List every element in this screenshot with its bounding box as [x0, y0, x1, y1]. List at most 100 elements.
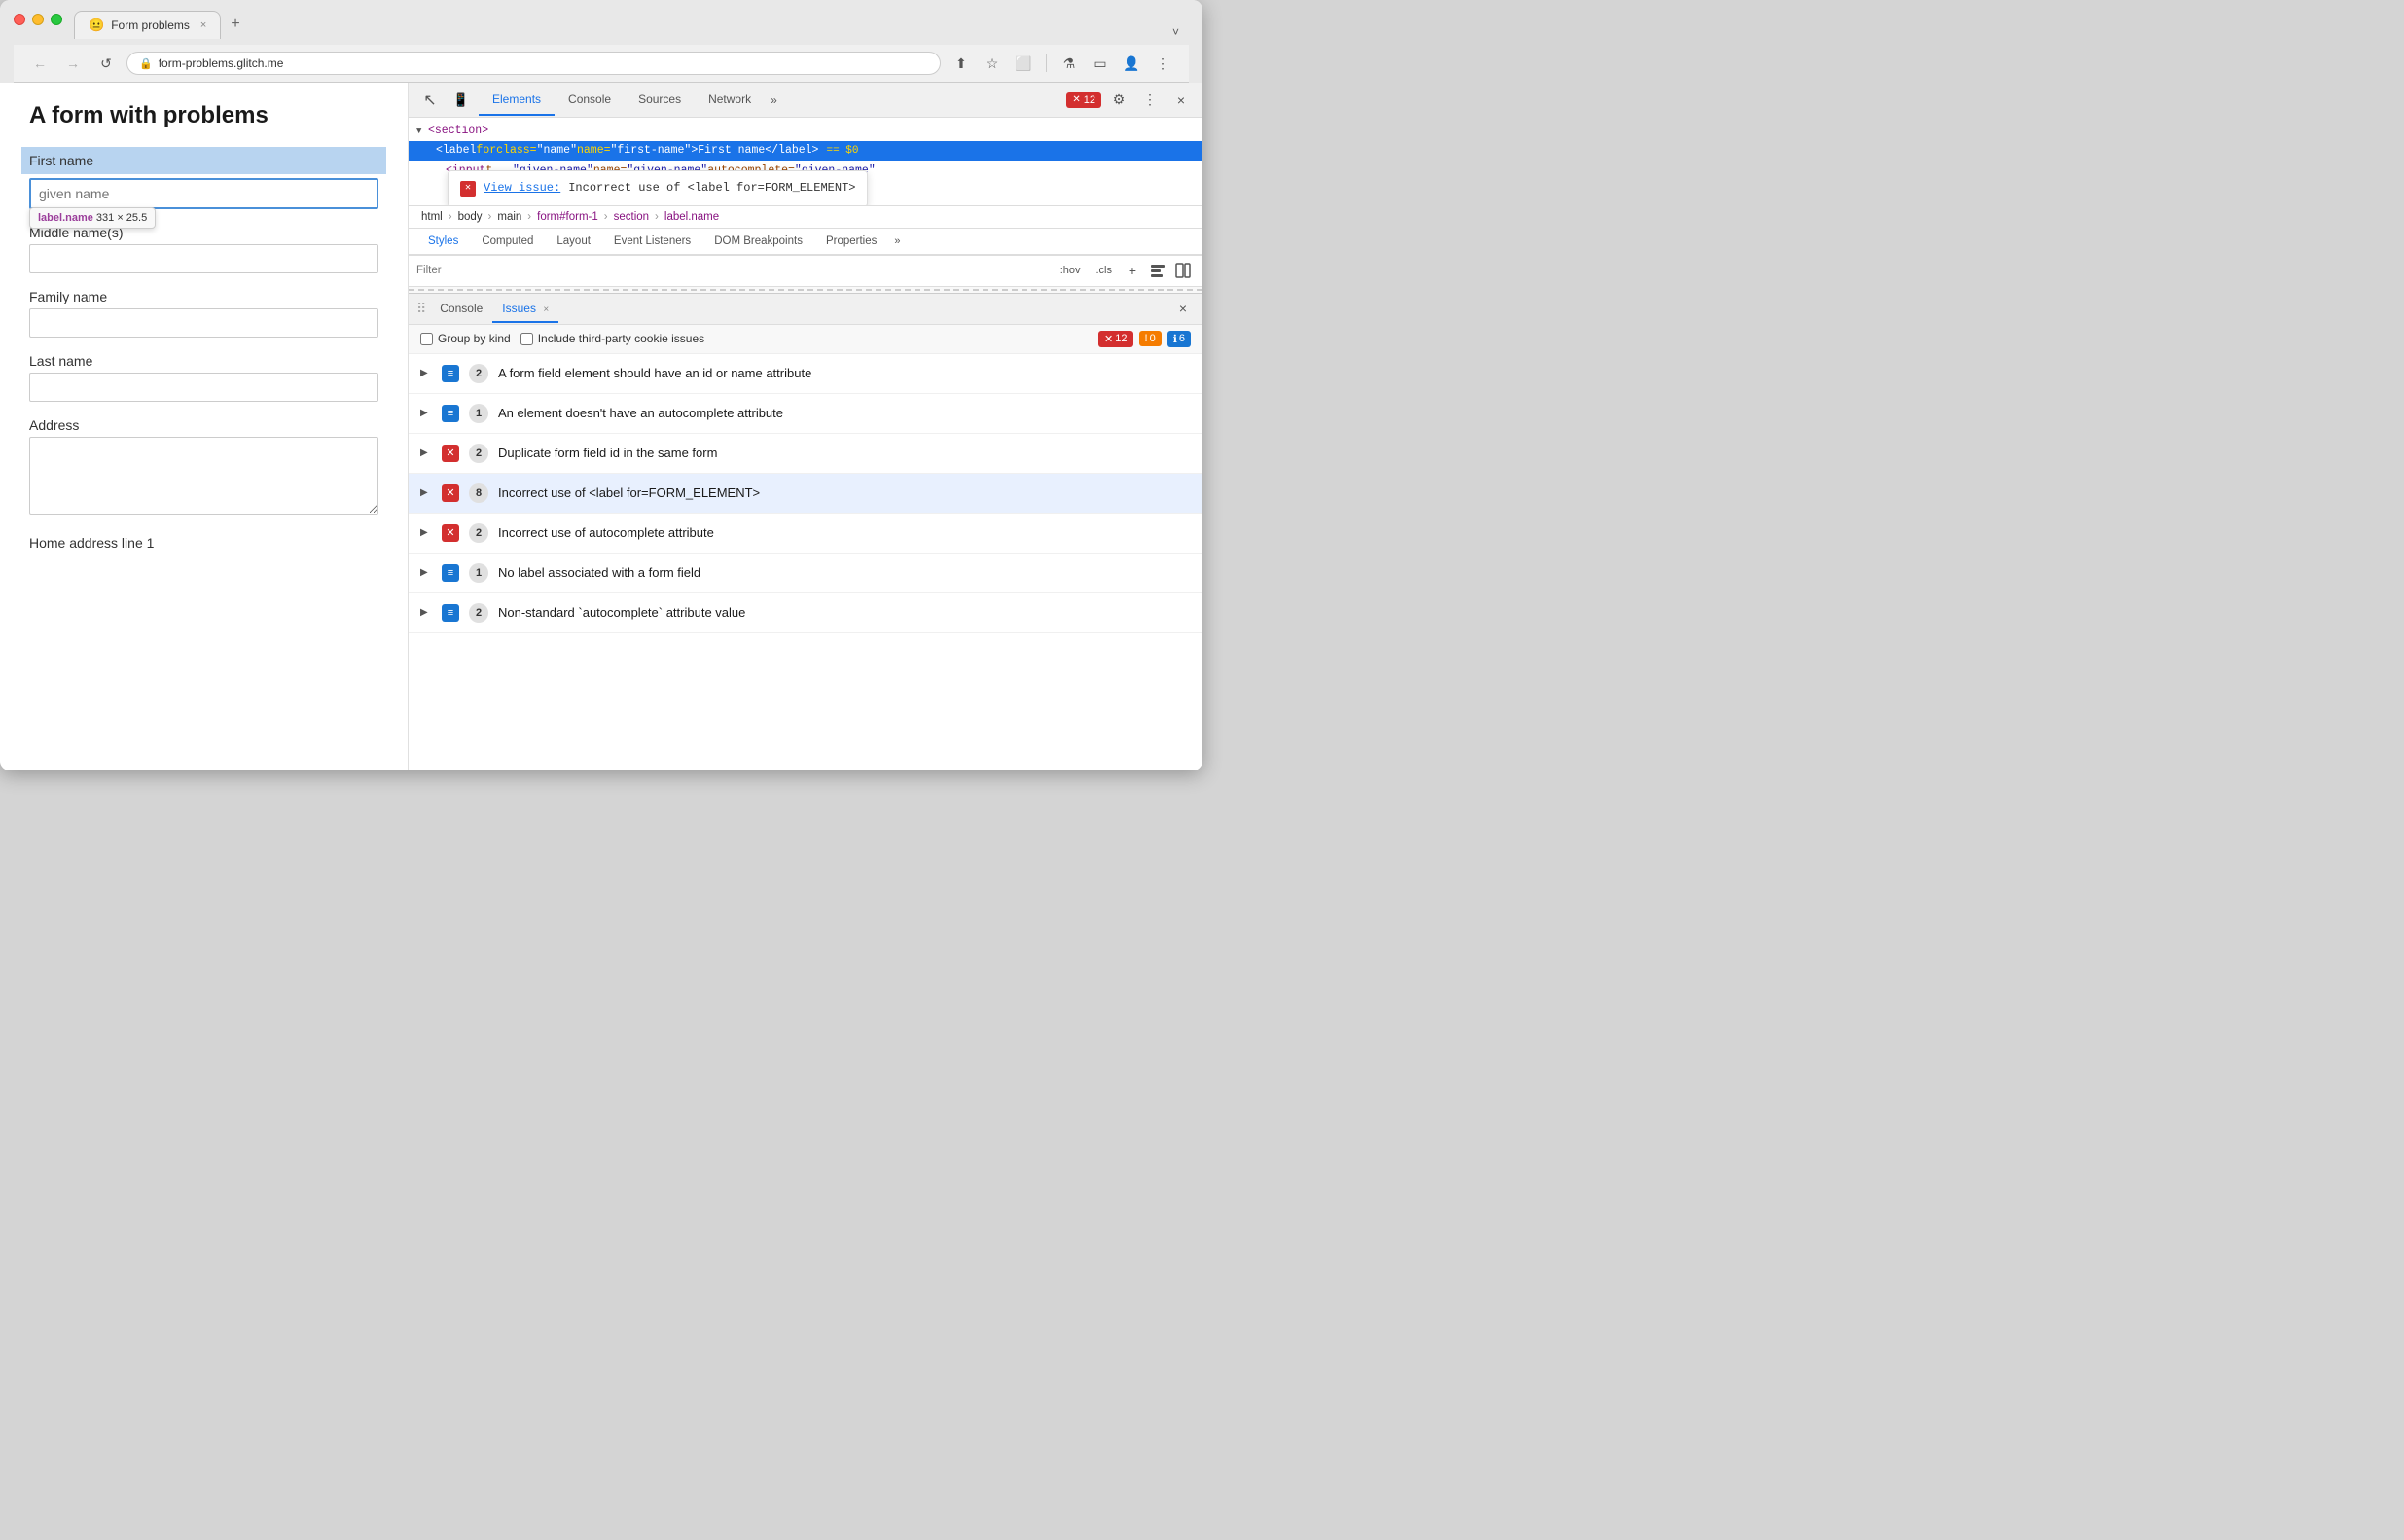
issue-icon-4: ✕ — [442, 524, 459, 542]
tab-title: Form problems — [111, 18, 190, 32]
url-bar[interactable]: 🔒 form-problems.glitch.me — [126, 52, 941, 75]
issue-row-3[interactable]: ▶ ✕ 8 Incorrect use of <label for=FORM_E… — [409, 474, 1202, 514]
bookmark-button[interactable]: ☆ — [980, 51, 1005, 76]
form-textarea-address[interactable] — [29, 437, 378, 515]
form-input-familyname[interactable] — [29, 308, 378, 338]
new-tab-button[interactable]: + — [221, 10, 249, 39]
tab-console[interactable]: Console — [555, 85, 625, 116]
form-input-middlename[interactable] — [29, 244, 378, 273]
tab-close-button[interactable]: × — [200, 19, 206, 31]
active-tab[interactable]: 😐 Form problems × — [74, 11, 221, 39]
dom-dollar-zero: == $0 — [826, 143, 858, 161]
cls-button[interactable]: .cls — [1090, 262, 1120, 279]
more-subtabs-button[interactable]: » — [888, 232, 906, 251]
more-button[interactable]: ⋮ — [1150, 51, 1175, 76]
bc-form[interactable]: form#form-1 — [532, 209, 603, 225]
computed-sidebar-button[interactable] — [1171, 259, 1195, 282]
hov-button[interactable]: :hov — [1054, 262, 1088, 279]
dom-arrow: ▼ — [416, 125, 426, 138]
devtools-close-button[interactable]: × — [1167, 87, 1195, 114]
sideview-button[interactable]: ▭ — [1088, 51, 1113, 76]
devtools-panel: ↖ 📱 Elements Console Sources Network — [409, 83, 1202, 770]
forward-button[interactable]: → — [60, 51, 86, 76]
issue-row-2[interactable]: ▶ ✕ 2 Duplicate form field id in the sam… — [409, 434, 1202, 474]
tab-network[interactable]: Network — [695, 85, 765, 116]
settings-button[interactable]: ⚙ — [1105, 87, 1132, 114]
minimize-button[interactable] — [32, 14, 44, 25]
bottom-tab-issues[interactable]: Issues × — [492, 296, 558, 323]
form-input-firstname[interactable] — [29, 178, 378, 209]
filter-bar: :hov .cls + — [409, 256, 1202, 287]
url-text: form-problems.glitch.me — [159, 56, 284, 70]
dom-text-content: First name — [698, 142, 765, 160]
issues-badges: ✕ 12 ! 0 ℹ 6 — [1098, 331, 1191, 347]
filter-buttons: :hov .cls + — [1054, 259, 1195, 282]
bc-main[interactable]: main — [492, 209, 526, 225]
issue-text-3: Incorrect use of <label for=FORM_ELEMENT… — [498, 485, 760, 500]
form-label-familyname: Family name — [29, 289, 378, 304]
tab-sources[interactable]: Sources — [625, 85, 695, 116]
bc-html[interactable]: html — [416, 209, 448, 225]
close-button[interactable] — [14, 14, 25, 25]
issues-tab-close[interactable]: × — [543, 304, 549, 315]
profile-button[interactable]: 👤 — [1119, 51, 1144, 76]
group-by-kind-checkbox[interactable] — [420, 333, 433, 345]
issue-row-1[interactable]: ▶ ≡ 1 An element doesn't have an autocom… — [409, 394, 1202, 434]
tooltip-size: 331 × 25.5 — [96, 212, 147, 224]
dom-val-class: "name" — [537, 142, 577, 160]
issue-row-0[interactable]: ▶ ≡ 2 A form field element should have a… — [409, 354, 1202, 394]
view-issue-link[interactable]: View issue: — [484, 179, 560, 197]
bc-section[interactable]: section — [609, 209, 654, 225]
bc-label[interactable]: label.name — [660, 209, 724, 225]
third-party-checkbox[interactable] — [520, 333, 533, 345]
toggle-element-state-button[interactable] — [1146, 259, 1169, 282]
form-input-lastname[interactable] — [29, 373, 378, 402]
more-tabs-button[interactable]: » — [765, 90, 783, 111]
extensions-button[interactable]: ⬜ — [1011, 51, 1036, 76]
issues-panel: Group by kind Include third-party cookie… — [409, 325, 1202, 770]
subtab-computed[interactable]: Computed — [470, 229, 545, 256]
subtab-event-listeners[interactable]: Event Listeners — [602, 229, 702, 256]
issue-arrow-1: ▶ — [420, 408, 432, 418]
form-section-lastname: Last name — [29, 353, 378, 402]
tab-favicon: 😐 — [89, 18, 104, 33]
tab-elements[interactable]: Elements — [479, 85, 555, 116]
bottom-tab-console[interactable]: Console — [430, 296, 492, 323]
issue-row-6[interactable]: ▶ ≡ 2 Non-standard `autocomplete` attrib… — [409, 593, 1202, 633]
form-label-address: Address — [29, 417, 378, 433]
devtools-toolbar: ↖ 📱 Elements Console Sources Network — [409, 83, 1202, 118]
issue-row-5[interactable]: ▶ ≡ 1 No label associated with a form fi… — [409, 554, 1202, 593]
bc-body[interactable]: body — [453, 209, 487, 225]
issue-count-2: 2 — [469, 444, 488, 463]
drag-handle[interactable]: ⠿ — [416, 301, 426, 317]
subtab-dom-breakpoints[interactable]: DOM Breakpoints — [702, 229, 814, 256]
share-button[interactable]: ⬆ — [949, 51, 974, 76]
group-by-kind-label: Group by kind — [438, 332, 511, 345]
dom-tag: <section> — [428, 123, 488, 140]
tooltip-error-icon: ✕ — [460, 181, 476, 197]
issue-row-4[interactable]: ▶ ✕ 2 Incorrect use of autocomplete attr… — [409, 514, 1202, 554]
back-button[interactable]: ← — [27, 51, 53, 76]
issue-icon-5: ≡ — [442, 564, 459, 582]
info-badge-count: 6 — [1179, 333, 1185, 344]
add-style-rule-button[interactable]: + — [1121, 259, 1144, 282]
subtab-layout[interactable]: Layout — [545, 229, 602, 256]
device-toolbar-button[interactable]: 📱 — [448, 87, 475, 114]
tab-list-button[interactable]: ˅ — [250, 25, 1189, 39]
third-party-group: Include third-party cookie issues — [520, 332, 704, 345]
subtab-styles[interactable]: Styles — [416, 229, 470, 256]
dom-line-label[interactable]: <label for class= "name" name= "first-na… — [409, 141, 1202, 161]
dom-line-section[interactable]: ▼ <section> — [409, 122, 1202, 141]
devtools-more-button[interactable]: ⋮ — [1136, 87, 1164, 114]
refresh-button[interactable]: ↺ — [93, 51, 119, 76]
maximize-button[interactable] — [51, 14, 62, 25]
third-party-label: Include third-party cookie issues — [538, 332, 704, 345]
subtab-properties[interactable]: Properties — [814, 229, 888, 256]
filter-input[interactable] — [416, 265, 1048, 276]
issue-count-0: 2 — [469, 364, 488, 383]
lab-button[interactable]: ⚗ — [1057, 51, 1082, 76]
inspect-element-button[interactable]: ↖ — [416, 87, 444, 114]
bottom-panel-close-button[interactable]: × — [1171, 297, 1195, 320]
issue-text-4: Incorrect use of autocomplete attribute — [498, 525, 714, 540]
bottom-panel: ⠿ Console Issues × × — [409, 293, 1202, 770]
